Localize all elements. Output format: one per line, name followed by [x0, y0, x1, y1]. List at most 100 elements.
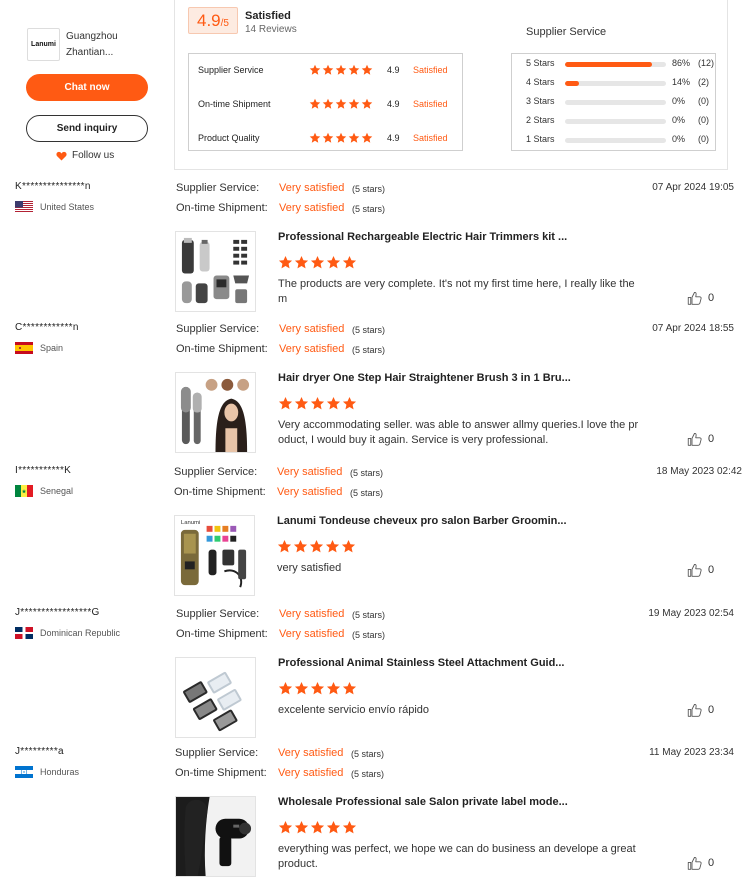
product-title[interactable]: Hair dryer One Step Hair Straightener Br…	[278, 372, 571, 384]
supplier-service-value: Very satisfied	[277, 466, 343, 478]
star-icon	[326, 396, 341, 410]
product-image[interactable]	[175, 657, 256, 738]
category-label: Supplier Service	[198, 65, 264, 75]
like-count: 0	[708, 433, 715, 445]
star-icon	[322, 98, 334, 109]
product-rating-stars	[278, 255, 357, 270]
shipment-value: Very satisfied	[277, 486, 343, 498]
shipment-label: On-time Shipment:	[175, 767, 267, 779]
star-icon	[309, 132, 321, 143]
like-button[interactable]: 0	[687, 703, 714, 717]
shipment-label: On-time Shipment:	[176, 202, 268, 214]
star-icon	[294, 820, 309, 834]
star-icon	[361, 64, 373, 75]
star-icon	[294, 255, 309, 269]
distribution-label: 5 Stars	[526, 58, 555, 68]
like-count: 0	[708, 857, 715, 869]
flag-icon	[15, 201, 33, 213]
product-title[interactable]: Lanumi Tondeuse cheveux pro salon Barber…	[277, 515, 567, 527]
star-icon	[326, 820, 341, 834]
distribution-bar-track	[565, 62, 666, 67]
distribution-percent: 86%	[672, 58, 691, 68]
category-label: On-time Shipment	[198, 99, 271, 109]
shipment-value: Very satisfied	[279, 628, 345, 640]
supplier-service-stars: (5 stars)	[351, 749, 385, 759]
shipment-stars: (5 stars)	[351, 769, 385, 779]
supplier-logo[interactable]: Lanumi	[27, 28, 60, 61]
distribution-bar-track	[565, 81, 666, 86]
reviewer-country: Senegal	[15, 485, 73, 497]
send-inquiry-button[interactable]: Send inquiry	[26, 115, 148, 142]
category-row: Supplier Service 4.9 Satisfied	[189, 60, 462, 80]
review-card: C************n Spain Supplier Service: Very…	[0, 322, 750, 462]
review-text: everything was perfect, we hope we can d…	[278, 843, 636, 870]
reviewer-name: I***********K	[15, 465, 72, 476]
supplier-name[interactable]: Guangzhou Zhantian...	[66, 29, 118, 61]
distribution-bar-track	[565, 100, 666, 105]
review-date: 18 May 2023 02:42	[656, 466, 742, 477]
review-text: Very accommodating seller. was able to a…	[278, 419, 639, 446]
like-count: 0	[708, 704, 715, 716]
category-label: Product Quality	[198, 133, 260, 143]
star-icon	[278, 396, 293, 410]
product-rating-stars	[278, 820, 357, 835]
distribution-percent: 0%	[672, 134, 686, 144]
product-image[interactable]	[175, 231, 256, 312]
shipment-value: Very satisfied	[279, 202, 345, 214]
star-icon	[310, 396, 325, 410]
star-icon	[278, 820, 293, 834]
follow-us-button[interactable]: Follow us	[56, 150, 114, 161]
review-date: 07 Apr 2024 19:05	[652, 182, 734, 193]
product-image[interactable]	[175, 796, 256, 877]
shipment-label: On-time Shipment:	[176, 628, 268, 640]
review-date: 07 Apr 2024 18:55	[652, 323, 734, 334]
like-button[interactable]: 0	[687, 856, 714, 870]
reviews-count: 14 Reviews	[245, 24, 297, 35]
supplier-service-label: Supplier Service:	[176, 608, 260, 620]
category-ratings: Supplier Service 4.9 Satisfied On-time Ship…	[188, 53, 463, 151]
star-icon	[326, 255, 341, 269]
like-button[interactable]: 0	[687, 291, 714, 305]
thumbs-up-icon	[687, 856, 702, 870]
country-name: Spain	[40, 343, 64, 353]
product-title[interactable]: Professional Rechargeable Electric Hair …	[278, 231, 567, 243]
product-title[interactable]: Wholesale Professional sale Salon privat…	[278, 796, 568, 808]
distribution-label: 3 Stars	[526, 96, 555, 106]
score-badge: 4.9 /5	[188, 7, 238, 34]
distribution-title: Supplier Service	[526, 26, 607, 38]
distribution-percent: 0%	[672, 96, 686, 106]
like-count: 0	[708, 292, 715, 304]
distribution-count: (0)	[698, 115, 709, 125]
star-icon	[278, 681, 293, 695]
star-icon	[335, 98, 347, 109]
like-button[interactable]: 0	[687, 563, 714, 577]
chat-now-button[interactable]: Chat now	[26, 74, 148, 101]
supplier-service-label: Supplier Service:	[174, 466, 258, 478]
shipment-stars: (5 stars)	[350, 488, 384, 498]
overall-status: Satisfied	[245, 10, 291, 22]
distribution-bar-fill	[565, 81, 580, 86]
like-button[interactable]: 0	[687, 432, 714, 446]
thumbs-up-icon	[687, 703, 702, 717]
reviewer-country: United States	[15, 201, 94, 213]
product-title[interactable]: Professional Animal Stainless Steel Atta…	[278, 657, 564, 669]
product-rating-stars	[278, 396, 357, 411]
product-image[interactable]: Lanumi	[174, 515, 255, 596]
supplier-service-label: Supplier Service:	[175, 747, 259, 759]
shipment-stars: (5 stars)	[352, 345, 386, 355]
heart-icon	[56, 151, 67, 161]
thumbs-up-icon	[687, 291, 702, 305]
category-stars	[309, 64, 373, 76]
supplier-service-stars: (5 stars)	[350, 468, 384, 478]
reviewer-name: J*****************G	[15, 607, 100, 618]
country-name: Dominican Republic	[40, 628, 121, 638]
flag-icon	[15, 342, 33, 354]
review-text: very satisfied	[277, 562, 342, 574]
overall-score: 4.9	[197, 11, 221, 30]
star-icon	[335, 132, 347, 143]
category-status: Satisfied	[413, 99, 448, 109]
product-image[interactable]	[175, 372, 256, 453]
supplier-service-value: Very satisfied	[278, 747, 344, 759]
star-distribution: 5 Stars 86% (12) 4 Stars 14% (2) 3 Stars 0% (0) 2…	[511, 53, 716, 151]
star-icon	[335, 64, 347, 75]
